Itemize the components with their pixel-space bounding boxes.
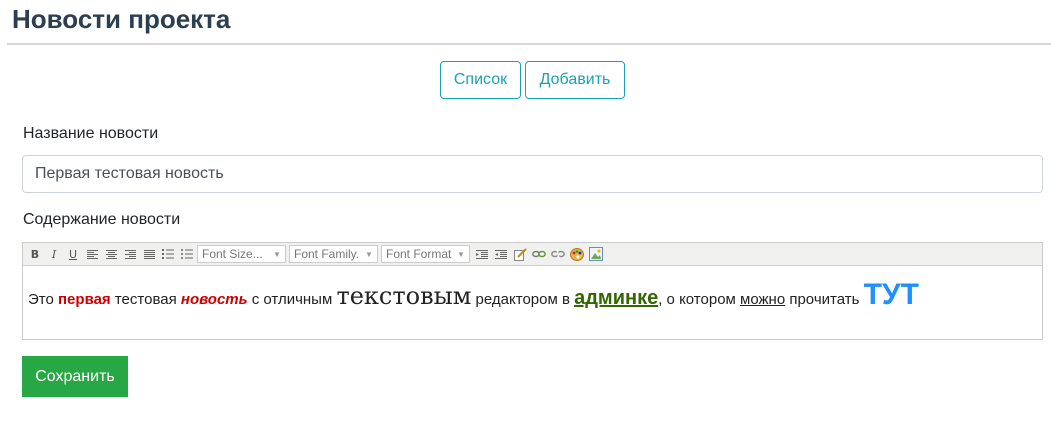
image-icon[interactable] [587,245,605,263]
content-text: тестовая [110,291,181,308]
content-blue-large-text: ТУТ [863,278,919,311]
content-text: , о котором [658,291,741,308]
news-content-label: Содержание новости [23,211,181,228]
news-title-input[interactable]: Первая тестовая новость [22,155,1043,193]
content-bold-red-text: первая [58,291,111,308]
top-button-group: Список Добавить [440,61,625,99]
font-size-select[interactable]: Font Size... ▼ [197,245,286,263]
content-underlined-text: можно [740,291,786,308]
align-justify-icon[interactable] [140,245,158,263]
outdent-icon[interactable] [473,245,491,263]
ordered-list-icon[interactable] [159,245,177,263]
font-format-select-label: Font Format [386,247,452,261]
bold-icon[interactable]: B [26,245,44,263]
align-right-icon[interactable] [121,245,139,263]
title-divider [7,43,1051,45]
align-left-icon[interactable] [83,245,101,263]
content-text: с отличным [247,291,337,308]
content-italic-red-text: новость [180,291,248,308]
news-title-label: Название новости [23,125,159,142]
align-center-icon[interactable] [102,245,120,263]
content-text: редактором в [471,291,575,308]
edit-html-icon[interactable] [511,245,529,263]
content-text: прочитать [785,291,864,308]
content-green-link-text[interactable]: админке [574,287,658,309]
link-icon[interactable] [530,245,548,263]
unordered-list-icon[interactable] [178,245,196,263]
indent-icon[interactable] [492,245,510,263]
page-title: Новости проекта [12,4,231,34]
chevron-down-icon: ▼ [273,249,281,259]
font-format-select[interactable]: Font Format ▼ [381,245,470,263]
chevron-down-icon: ▼ [365,249,373,259]
editor-toolbar: B I U Font Size... ▼ Font Family. ▼ Font… [23,243,1042,266]
editor-content[interactable]: Это первая тестовая новость с отличным т… [23,266,1042,315]
content-text: Это [28,291,58,308]
font-size-select-label: Font Size... [202,247,263,261]
content-large-serif-text: текстовым [336,282,472,310]
save-button[interactable]: Сохранить [22,356,128,397]
unlink-icon[interactable] [549,245,567,263]
add-button[interactable]: Добавить [525,61,625,99]
chevron-down-icon: ▼ [457,249,465,259]
color-palette-icon[interactable] [568,245,586,263]
underline-icon[interactable]: U [64,245,82,263]
rich-text-editor: B I U Font Size... ▼ Font Family. ▼ Font… [22,242,1043,340]
font-family-select-label: Font Family. [294,247,360,261]
font-family-select[interactable]: Font Family. ▼ [289,245,378,263]
italic-icon[interactable]: I [45,245,63,263]
list-button[interactable]: Список [440,61,521,99]
